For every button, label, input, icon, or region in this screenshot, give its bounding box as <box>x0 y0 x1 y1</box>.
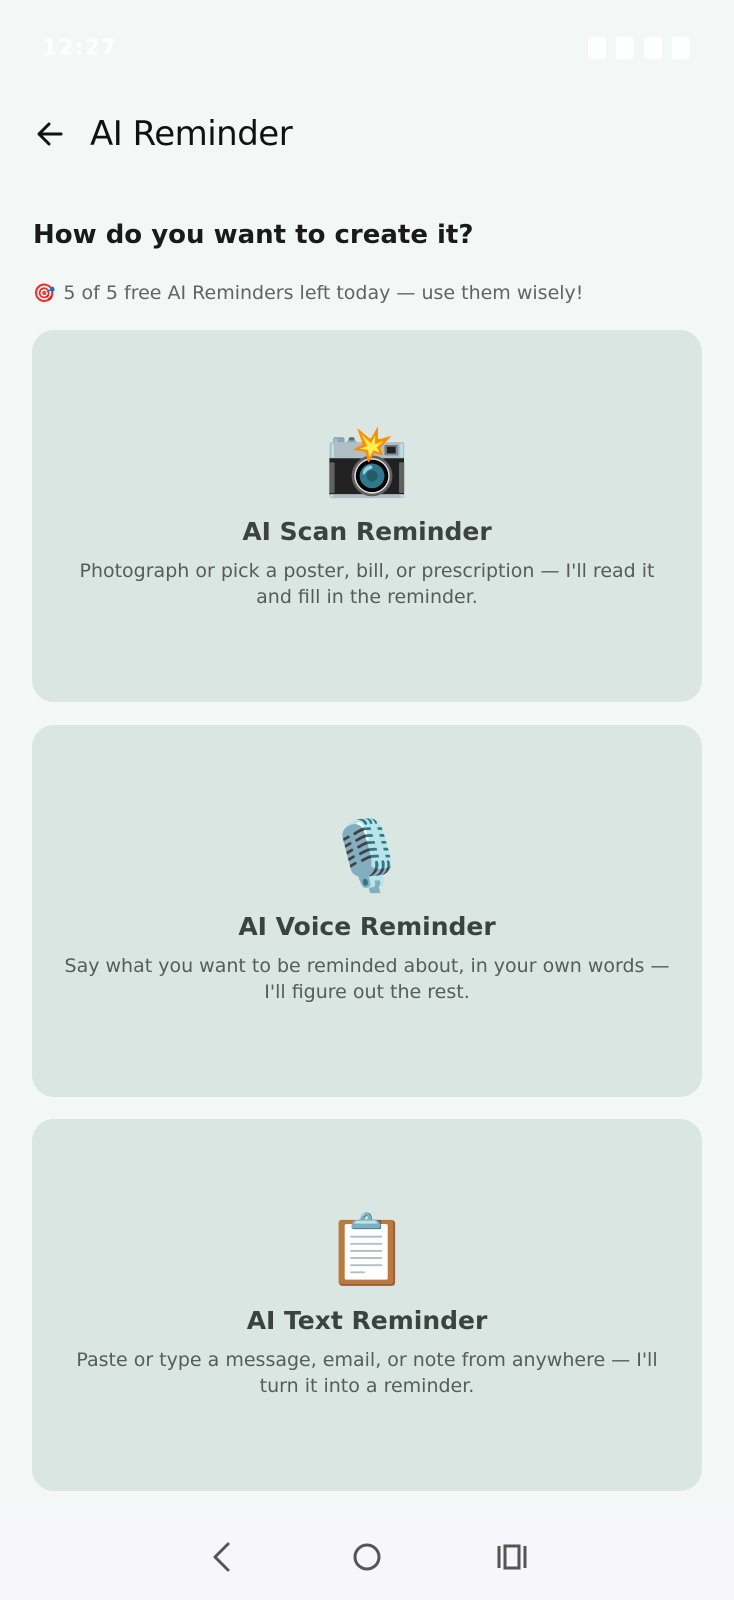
arrow-left-icon <box>37 122 63 146</box>
system-nav-bar <box>0 1514 734 1600</box>
card-title: AI Text Reminder <box>246 1305 488 1335</box>
home-icon <box>353 1543 381 1571</box>
nav-home-button[interactable] <box>347 1537 387 1577</box>
card-description: Photograph or pick a poster, bill, or pr… <box>79 559 655 608</box>
page-title: AI Reminder <box>90 114 293 154</box>
ai-voice-reminder-card[interactable]: 🎙️ AI Voice Reminder Say what you want t… <box>32 725 702 1097</box>
status-icons <box>588 37 690 59</box>
recents-icon <box>497 1544 527 1570</box>
ai-scan-reminder-card[interactable]: 📸 AI Scan Reminder Photograph or pick a … <box>32 330 702 702</box>
status-bar: 12:27 <box>0 0 734 96</box>
section-heading: How do you want to create it? <box>33 220 474 250</box>
nav-back-button[interactable] <box>202 1537 242 1577</box>
card-title: AI Scan Reminder <box>242 516 492 546</box>
clipboard-icon: 📋 <box>324 1210 410 1290</box>
camera-flash-icon: 📸 <box>324 421 410 501</box>
card-title: AI Voice Reminder <box>238 911 496 941</box>
microphone-icon: 🎙️ <box>324 816 410 896</box>
app-bar: AI Reminder <box>0 96 734 172</box>
signal-icon <box>616 37 634 59</box>
battery-icon <box>672 37 690 59</box>
back-icon <box>213 1542 230 1572</box>
ai-text-reminder-card[interactable]: 📋 AI Text Reminder Paste or type a messa… <box>32 1119 702 1491</box>
status-time: 12:27 <box>42 35 118 61</box>
target-icon: 🎯 <box>33 282 56 304</box>
back-button[interactable] <box>30 114 70 154</box>
card-description: Say what you want to be reminded about, … <box>64 954 670 1003</box>
sim-icon <box>588 37 606 59</box>
quota-notice: 🎯 5 of 5 free AI Reminders left today — … <box>33 282 583 304</box>
nav-recents-button[interactable] <box>492 1537 532 1577</box>
card-description: Paste or type a message, email, or note … <box>76 1348 658 1397</box>
quota-text: 5 of 5 free AI Reminders left today — us… <box>63 282 584 304</box>
wifi-icon <box>644 37 662 59</box>
